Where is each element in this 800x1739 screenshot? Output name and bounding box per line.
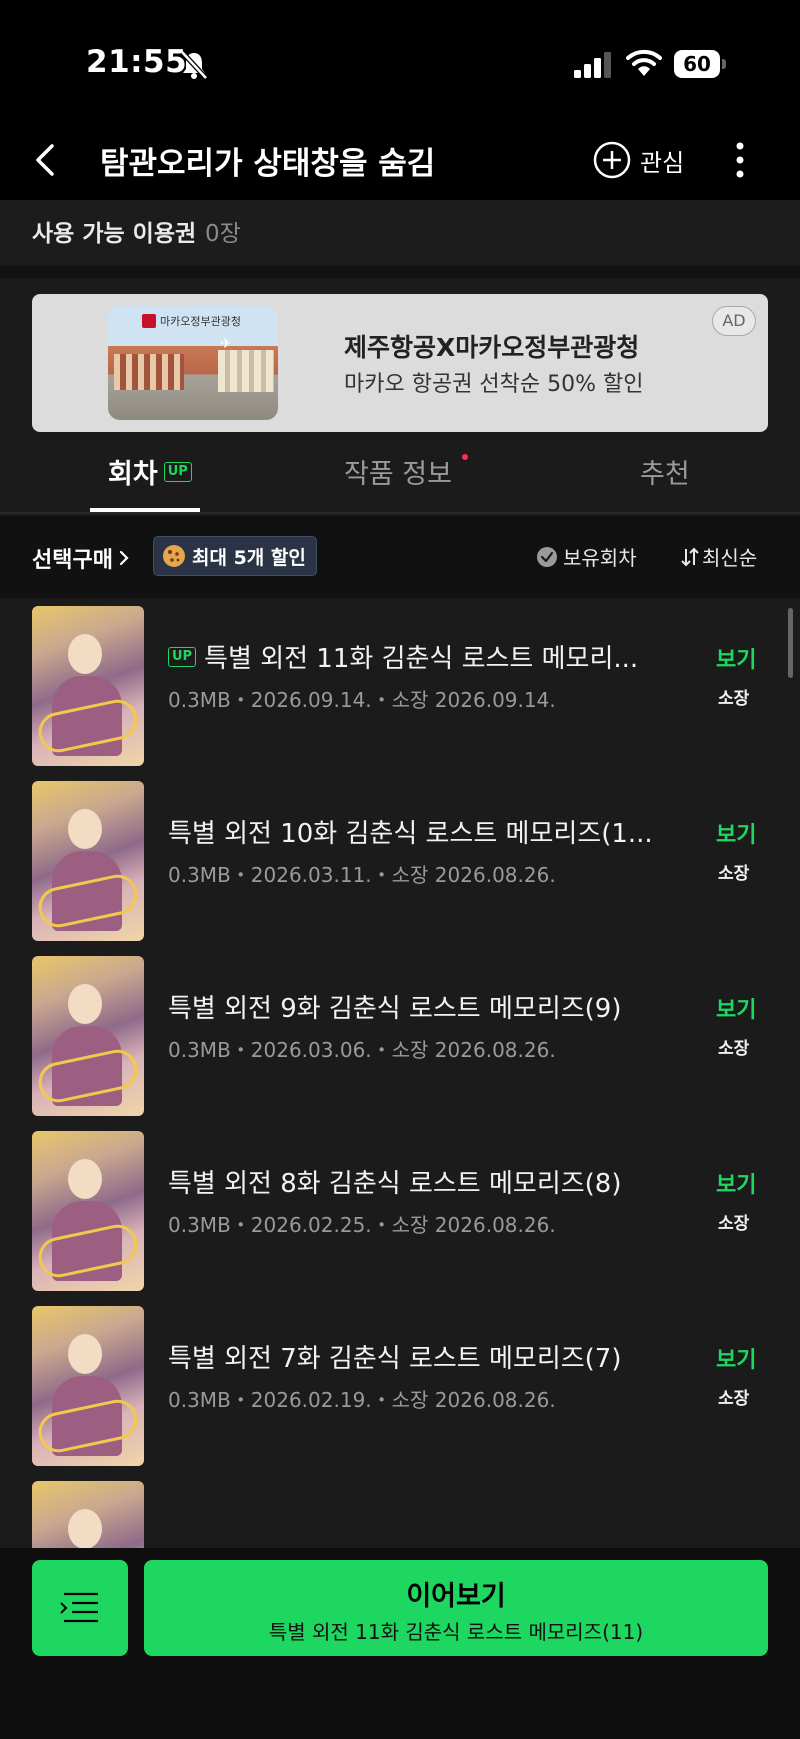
owned-filter-toggle[interactable]: 보유회차 [536, 542, 637, 571]
episode-thumbnail [32, 606, 144, 766]
continue-episode: 특별 외전 11화 김춘식 로스트 메모리즈(11) [268, 1620, 644, 1644]
episode-row[interactable]: UP 특별 외전 11화 김춘식 로스트 메모리... 0.3MB・2026.0… [0, 598, 800, 773]
owned-label: 소장 [718, 1389, 750, 1409]
episode-thumbnail [32, 1481, 144, 1548]
plus-circle-icon [593, 141, 631, 179]
view-button[interactable]: 보기 [716, 642, 756, 674]
filter-row: 선택구매 최대 5개 할인 보유회차 최신순 [0, 516, 800, 598]
episode-row[interactable]: 특별 외전 9화 김춘식 로스트 메모리즈(9) 0.3MB・2026.03.0… [0, 948, 800, 1123]
episode-meta: 0.3MB・2026.09.14.・소장 2026.09.14. [168, 688, 556, 712]
more-options-icon[interactable] [728, 138, 752, 182]
tab-work-info-label: 작품 정보 [344, 459, 452, 490]
sort-label: 최신순 [702, 546, 758, 570]
episode-title: 특별 외전 9화 김춘식 로스트 메모리즈(9) [168, 994, 622, 1024]
battery-indicator: 60 [674, 50, 726, 78]
page-title: 탐관오리가 상태창을 숨김 [100, 146, 436, 182]
episode-row[interactable] [0, 1473, 800, 1548]
tab-recommend[interactable]: 추천 [640, 452, 690, 491]
content-tabs: 회차 UP 작품 정보 추천 [0, 432, 800, 514]
cookie-icon [163, 545, 185, 567]
tab-work-info[interactable]: 작품 정보 [344, 452, 452, 491]
view-button[interactable]: 보기 [716, 992, 756, 1024]
view-button[interactable]: 보기 [716, 1342, 756, 1374]
episode-row[interactable]: 특별 외전 7화 김춘식 로스트 메모리즈(7) 0.3MB・2026.02.1… [0, 1298, 800, 1473]
episode-meta: 0.3MB・2026.03.06.・소장 2026.08.26. [168, 1038, 556, 1062]
episode-list-button[interactable] [32, 1560, 128, 1656]
bell-muted-icon [180, 50, 208, 80]
ad-banner[interactable]: ✈ 마카오정부관광청 제주항공X마카오정부관광청 마카오 항공권 선착순 50%… [32, 294, 768, 432]
continue-reading-button[interactable]: 이어보기 특별 외전 11화 김춘식 로스트 메모리즈(11) [144, 1560, 768, 1656]
ad-title: 제주항공X마카오정부관광청 [344, 333, 640, 362]
select-buy-button[interactable]: 선택구매 [32, 542, 131, 574]
active-tab-indicator [90, 508, 200, 512]
status-bar: 21:55 60 [0, 0, 800, 120]
main-content: ✈ 마카오정부관광청 제주항공X마카오정부관광청 마카오 항공권 선착순 50%… [0, 278, 800, 1548]
wifi-icon [626, 49, 662, 76]
ad-image-logo: 마카오정부관광청 [142, 312, 241, 330]
top-app-bar: 탐관오리가 상태창을 숨김 관심 [0, 120, 800, 200]
check-circle-icon [537, 546, 557, 567]
signal-icon [574, 52, 611, 78]
episode-title: 특별 외전 8화 김춘식 로스트 메모리즈(8) [168, 1169, 622, 1199]
episode-thumbnail [32, 1131, 144, 1291]
voucher-bar: 사용 가능 이용권 0장 [0, 200, 800, 266]
continue-label: 이어보기 [406, 1581, 506, 1612]
owned-filter-label: 보유회차 [563, 546, 637, 570]
plane-icon: ✈ [220, 336, 232, 352]
view-button[interactable]: 보기 [716, 1167, 756, 1199]
owned-label: 소장 [718, 864, 750, 884]
select-buy-label: 선택구매 [32, 548, 113, 573]
new-dot [462, 454, 468, 460]
tab-recommend-label: 추천 [640, 459, 690, 490]
episode-thumbnail [32, 781, 144, 941]
episode-list: UP 특별 외전 11화 김춘식 로스트 메모리... 0.3MB・2026.0… [0, 598, 800, 1548]
bottom-action-bar: 이어보기 특별 외전 11화 김춘식 로스트 메모리즈(11) [0, 1548, 800, 1739]
owned-label: 소장 [718, 1039, 750, 1059]
list-menu-icon [60, 1592, 98, 1623]
ad-image: ✈ 마카오정부관광청 [108, 306, 278, 420]
episode-title: 특별 외전 11화 김춘식 로스트 메모리... [204, 644, 639, 674]
chevron-right-icon [119, 550, 129, 566]
sort-icon [681, 547, 699, 566]
episode-row[interactable]: 특별 외전 8화 김춘식 로스트 메모리즈(8) 0.3MB・2026.02.2… [0, 1123, 800, 1298]
episode-meta: 0.3MB・2026.03.11.・소장 2026.08.26. [168, 863, 556, 887]
episode-thumbnail [32, 1306, 144, 1466]
tab-episodes[interactable]: 회차 UP [108, 452, 192, 491]
ad-subtitle: 마카오 항공권 선착순 50% 할인 [344, 372, 644, 397]
episode-title: 특별 외전 10화 김춘식 로스트 메모리즈(1... [168, 819, 653, 849]
battery-level: 60 [683, 52, 711, 76]
episode-meta: 0.3MB・2026.02.19.・소장 2026.08.26. [168, 1388, 556, 1412]
episode-meta: 0.3MB・2026.02.25.・소장 2026.08.26. [168, 1213, 556, 1237]
tab-episodes-label: 회차 [108, 459, 158, 490]
favorite-label: 관심 [640, 148, 685, 177]
ad-badge: AD [712, 306, 756, 336]
discount-badge[interactable]: 최대 5개 할인 [153, 536, 317, 576]
status-time: 21:55 [86, 44, 188, 80]
back-arrow-icon[interactable] [28, 140, 64, 180]
up-badge: UP [163, 461, 192, 482]
sort-button[interactable]: 최신순 [680, 542, 757, 571]
episode-title: 특별 외전 7화 김춘식 로스트 메모리즈(7) [168, 1344, 622, 1374]
voucher-label: 사용 가능 이용권 [32, 221, 197, 247]
episode-thumbnail [32, 956, 144, 1116]
favorite-button[interactable]: 관심 [592, 136, 684, 184]
view-button[interactable]: 보기 [716, 817, 756, 849]
section-divider [0, 266, 800, 278]
episode-row[interactable]: 특별 외전 10화 김춘식 로스트 메모리즈(1... 0.3MB・2026.0… [0, 773, 800, 948]
owned-label: 소장 [718, 1214, 750, 1234]
voucher-count: 0장 [205, 221, 241, 247]
owned-label: 소장 [718, 689, 750, 709]
up-badge: UP [168, 646, 197, 667]
discount-label: 최대 5개 할인 [192, 546, 306, 569]
